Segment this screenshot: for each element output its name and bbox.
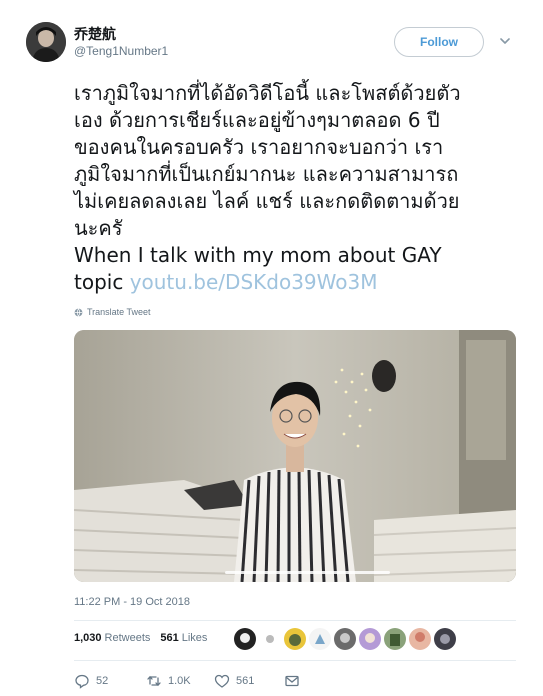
direct-message-button[interactable] [284,673,300,689]
retweet-count: 1.0K [168,675,191,687]
liker-avatar[interactable] [334,628,356,650]
video-player[interactable] [74,330,516,582]
globe-icon [74,307,83,317]
like-button[interactable]: 561 [214,673,284,689]
liker-avatar[interactable] [234,628,256,650]
user-handle[interactable]: @Teng1Number1 [74,44,168,58]
tweet-text-line: When I talk with my mom about GAY [74,243,442,267]
likes-count: 561 [160,632,179,644]
reply-button[interactable]: 52 [74,673,146,689]
like-count: 561 [236,675,255,687]
envelope-icon [285,675,299,687]
tweet-text-line-last: topic youtu.be/DSKdo39Wo3M [74,269,524,296]
liker-avatar[interactable] [359,628,381,650]
tweet-text-prefix: topic [74,270,130,294]
liker-avatar[interactable] [309,628,331,650]
chevron-down-icon[interactable] [498,34,512,48]
likes-stat[interactable]: 561 Likes [160,632,207,644]
avatar[interactable] [26,22,66,62]
translate-tweet-button[interactable]: Translate Tweet [74,307,151,317]
likes-label: Likes [181,632,208,644]
video-frame [74,330,516,582]
retweets-stat[interactable]: 1,030 Retweets [74,632,150,644]
tweet-text-line: ไม่เคยลดลงเลย ไลค์ แชร์ และกดติดตามด้วย [74,189,460,213]
translate-tweet-label: Translate Tweet [87,307,151,317]
tweet-text-line: เอง ด้วยการเชียร์และอยู่ข้างๆมาตลอด 6 ปี [74,108,440,132]
divider [74,620,516,621]
avatar-image [26,22,66,62]
liker-avatars [234,628,456,650]
retweet-icon [147,675,161,687]
video-progress-bar[interactable] [225,571,390,574]
retweet-button[interactable]: 1.0K [146,673,214,689]
tweet-card: 乔楚航 @Teng1Number1 Follow เราภูมิใจมากที่… [0,0,543,696]
follow-button[interactable]: Follow [394,27,484,57]
tweet-stats: 1,030 Retweets 561 Likes [74,632,207,644]
heart-icon [214,674,230,688]
liker-avatar[interactable] [284,628,306,650]
liker-avatar[interactable] [259,628,281,650]
tweet-link[interactable]: youtu.be/DSKdo39Wo3M [130,270,378,294]
tweet-text-line: นะครั [74,216,123,240]
tweet-actions: 52 1.0K 561 [74,673,300,689]
tweet-timestamp[interactable]: 11:22 PM - 19 Oct 2018 [74,596,190,608]
divider [74,660,516,661]
tweet-text-line: ภูมิใจมากที่เป็นเกย์มากนะ และความสามารถ [74,162,459,186]
liker-avatar[interactable] [434,628,456,650]
reply-count: 52 [96,675,109,687]
liker-avatar[interactable] [409,628,431,650]
retweets-count: 1,030 [74,632,102,644]
liker-avatar[interactable] [384,628,406,650]
display-name[interactable]: 乔楚航 [74,24,116,44]
tweet-text-line: ของคนในครอบครัว เราอยากจะบอกว่า เรา [74,135,444,159]
tweet-text-line: เราภูมิใจมากที่ได้อัดวิดีโอนี้ และโพสต์ด… [74,81,461,105]
reply-icon [75,674,89,689]
retweets-label: Retweets [104,632,151,644]
tweet-text: เราภูมิใจมากที่ได้อัดวิดีโอนี้ และโพสต์ด… [74,80,524,296]
